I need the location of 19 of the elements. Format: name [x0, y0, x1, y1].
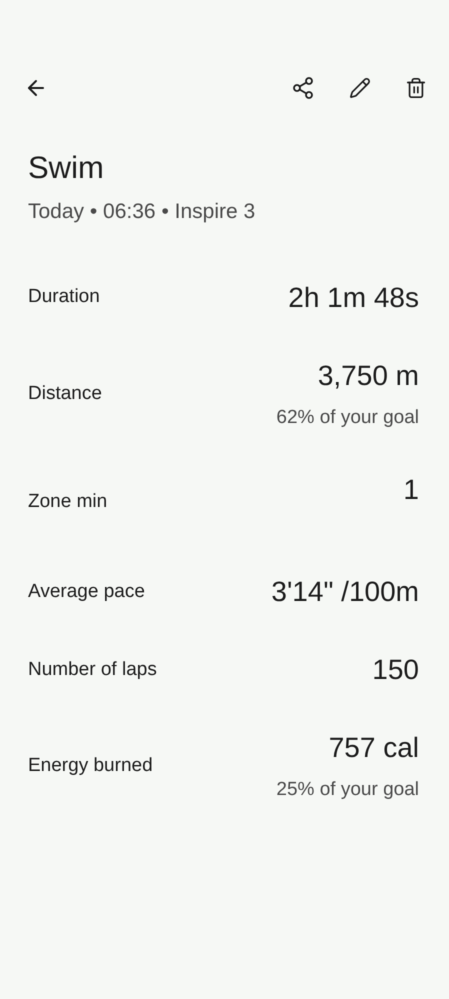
- goal-note: 25% of your goal: [276, 778, 419, 802]
- stat-label: Average pace: [28, 580, 145, 604]
- stat-value: 1: [403, 473, 419, 507]
- stat-value: 150: [372, 653, 419, 687]
- stat-label: Number of laps: [28, 658, 157, 682]
- trash-icon: [405, 77, 427, 99]
- stat-value: 2h 1m 48s: [288, 280, 419, 314]
- stat-label: Distance: [28, 382, 102, 406]
- stat-value: 757 cal: [328, 731, 419, 765]
- stat-value: 3,750 m: [318, 358, 419, 392]
- share-icon: [291, 76, 315, 100]
- stat-value: 3'14" /100m: [271, 575, 419, 609]
- stat-label: Zone min: [28, 490, 108, 514]
- workout-subtitle: Today • 06:36 • Inspire 3: [28, 199, 256, 225]
- pencil-icon: [349, 77, 371, 99]
- workout-title: Swim: [28, 150, 105, 186]
- stat-label: Energy burned: [28, 754, 153, 778]
- stat-label: Duration: [28, 285, 100, 310]
- goal-note: 62% of your goal: [276, 406, 419, 430]
